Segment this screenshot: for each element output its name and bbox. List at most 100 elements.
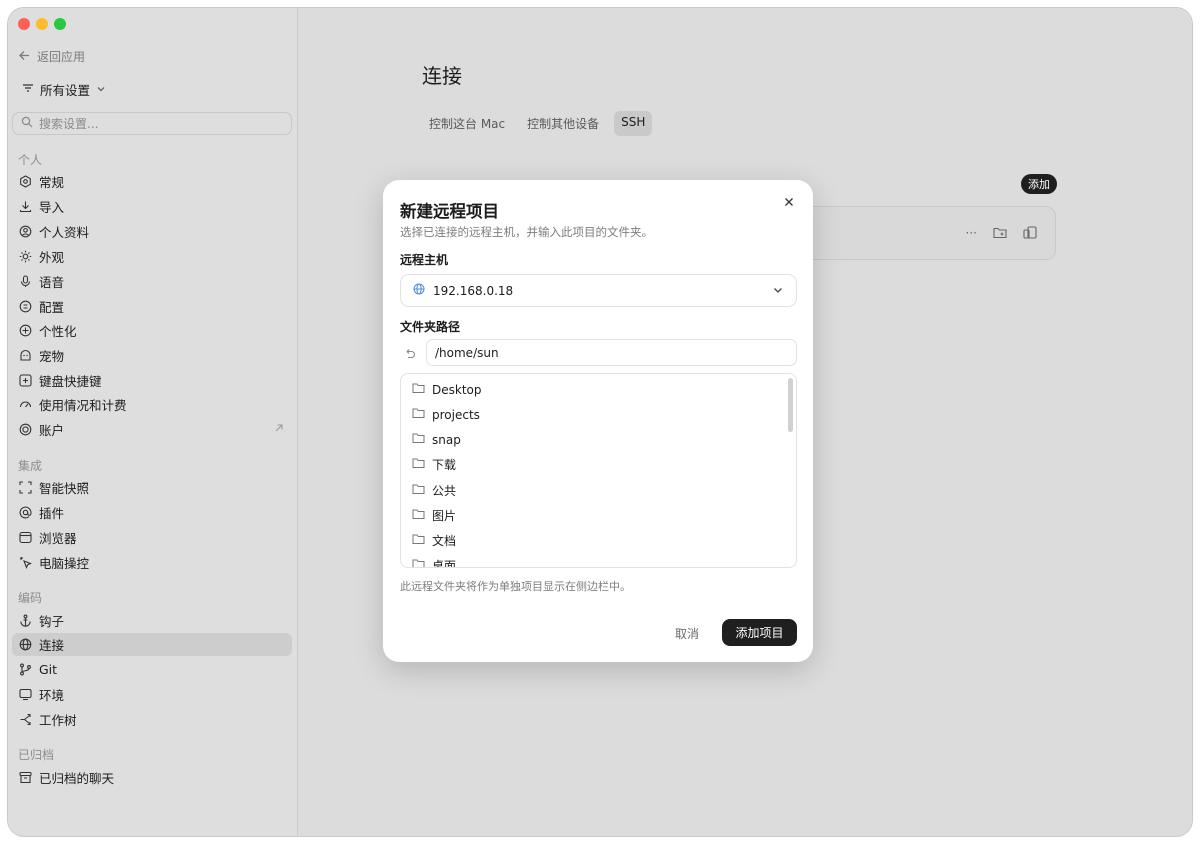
folder-item[interactable]: 下载: [401, 452, 781, 477]
sidebar-item-label: 已归档的聊天: [39, 771, 115, 786]
sidebar-item-label: 导入: [39, 200, 65, 215]
all-settings-dropdown[interactable]: 所有设置: [22, 80, 106, 99]
sidebar-item-personalize[interactable]: 个性化: [12, 319, 292, 342]
sidebar-item-computer-control[interactable]: 电脑操控: [12, 551, 292, 574]
sun-icon: [19, 250, 32, 263]
section-personal: 个人: [18, 153, 43, 167]
search-icon: [21, 116, 33, 131]
folder-item[interactable]: Desktop: [401, 377, 781, 402]
zoom-window-button[interactable]: [54, 18, 66, 30]
cancel-button[interactable]: 取消: [663, 620, 711, 646]
sidebar-item-profile[interactable]: 个人资料: [12, 220, 292, 243]
new-remote-project-dialog: 新建远程项目 选择已连接的远程主机，并输入此项目的文件夹。 远程主机 192.1…: [383, 180, 813, 662]
anchor-icon: [19, 614, 32, 627]
tab-ssh[interactable]: SSH: [614, 111, 653, 136]
sidebar-item-import[interactable]: 导入: [12, 195, 292, 218]
app-window: 返回应用 所有设置 搜索设置... 个人 常规 导入 个人资料 外观 语音 配置…: [8, 8, 1192, 836]
folder-icon: [412, 407, 425, 422]
sidebar-item-git[interactable]: Git: [12, 658, 292, 681]
folder-name: projects: [432, 407, 480, 422]
sidebar-item-environment[interactable]: 环境: [12, 683, 292, 706]
sidebar-item-archived-chats[interactable]: 已归档的聊天: [12, 766, 292, 789]
folder-icon: [412, 483, 425, 498]
sidebar-item-label: 使用情况和计费: [39, 398, 127, 413]
folder-item[interactable]: 桌面: [401, 553, 781, 568]
folder-item[interactable]: snap: [401, 427, 781, 452]
sidebar-item-appearance[interactable]: 外观: [12, 245, 292, 268]
folder-item[interactable]: 文档: [401, 528, 781, 553]
folder-list-scrollbar[interactable]: [788, 378, 793, 432]
connection-tabs: 控制这台 Mac 控制其他设备 SSH: [422, 111, 653, 136]
sidebar-item-label: Git: [39, 662, 58, 677]
sidebar-item-pet[interactable]: 宠物: [12, 344, 292, 367]
folder-name: snap: [432, 432, 461, 447]
search-settings-input[interactable]: 搜索设置...: [12, 112, 292, 135]
folder-item[interactable]: projects: [401, 402, 781, 427]
sidebar-item-plugins[interactable]: 插件: [12, 501, 292, 524]
folder-list: Desktop projects snap 下载 公共 图片 文档 桌面: [400, 373, 797, 568]
scan-icon: [19, 481, 32, 494]
remote-host-value: 192.168.0.18: [433, 283, 514, 298]
sidebar-item-worktree[interactable]: 工作树: [12, 708, 292, 731]
close-window-button[interactable]: [18, 18, 30, 30]
sidebar-item-label: 钩子: [39, 614, 65, 629]
sidebar-item-label: 配置: [39, 300, 65, 315]
tab-control-this-mac[interactable]: 控制这台 Mac: [422, 111, 512, 136]
sidebar-item-snapshot[interactable]: 智能快照: [12, 476, 292, 499]
sparkle-circle-icon: [19, 324, 32, 337]
dialog-title: 新建远程项目: [400, 202, 499, 221]
remote-host-select[interactable]: 192.168.0.18: [400, 274, 797, 307]
sliders-icon: [19, 300, 32, 313]
sidebar-item-usage[interactable]: 使用情况和计费: [12, 393, 292, 416]
sidebar-item-account[interactable]: 账户: [12, 418, 292, 441]
monitor-icon: [19, 688, 32, 701]
sidebar-item-connection[interactable]: 连接: [12, 633, 292, 656]
download-icon: [19, 200, 32, 213]
sidebar: 返回应用 所有设置 搜索设置... 个人 常规 导入 个人资料 外观 语音 配置…: [8, 8, 298, 836]
folder-icon: [412, 558, 425, 567]
more-icon[interactable]: ···: [966, 226, 977, 242]
folder-path-input[interactable]: /home/sun: [426, 339, 797, 366]
account-icon: [19, 423, 32, 436]
minimize-window-button[interactable]: [36, 18, 48, 30]
sidebar-item-label: 插件: [39, 506, 65, 521]
sidebar-item-config[interactable]: 配置: [12, 295, 292, 318]
folder-icon: [412, 382, 425, 397]
add-project-button[interactable]: 添加项目: [722, 619, 797, 646]
search-placeholder: 搜索设置...: [39, 117, 99, 131]
sidebar-item-label: 语音: [39, 275, 65, 290]
folder-icon: [412, 457, 425, 472]
keyboard-icon: [19, 374, 32, 387]
back-to-app-button[interactable]: 返回应用: [18, 48, 85, 65]
folder-path-label: 文件夹路径: [400, 320, 461, 334]
cursor-click-icon: [19, 556, 32, 569]
sidebar-item-shortcuts[interactable]: 键盘快捷键: [12, 369, 292, 392]
sidebar-item-label: 电脑操控: [39, 556, 90, 571]
sidebar-item-label: 浏览器: [39, 531, 77, 546]
all-settings-label: 所有设置: [40, 83, 91, 98]
devices-icon[interactable]: [1023, 226, 1037, 242]
folder-item[interactable]: 公共: [401, 478, 781, 503]
git-branch-icon: [19, 663, 32, 676]
sidebar-item-browser[interactable]: 浏览器: [12, 526, 292, 549]
sidebar-item-voice[interactable]: 语音: [12, 270, 292, 293]
pet-icon: [19, 349, 32, 362]
folder-name: 文档: [432, 534, 457, 548]
add-button[interactable]: 添加: [1021, 174, 1057, 194]
close-button[interactable]: [781, 195, 797, 211]
gauge-icon: [19, 398, 32, 411]
folder-icon: [412, 432, 425, 447]
sidebar-item-hooks[interactable]: 钩子: [12, 609, 292, 632]
window-controls: [18, 18, 66, 30]
sidebar-item-label: 环境: [39, 688, 65, 703]
folder-add-icon[interactable]: [993, 226, 1007, 242]
sidebar-item-label: 智能快照: [39, 481, 90, 496]
folder-name: 桌面: [432, 559, 457, 568]
sidebar-item-general[interactable]: 常规: [12, 170, 292, 193]
undo-icon[interactable]: [404, 345, 418, 359]
microphone-icon: [19, 275, 32, 288]
sidebar-item-label: 键盘快捷键: [39, 374, 102, 389]
folder-item[interactable]: 图片: [401, 503, 781, 528]
tab-control-other-devices[interactable]: 控制其他设备: [520, 111, 606, 136]
archive-icon: [19, 771, 32, 784]
